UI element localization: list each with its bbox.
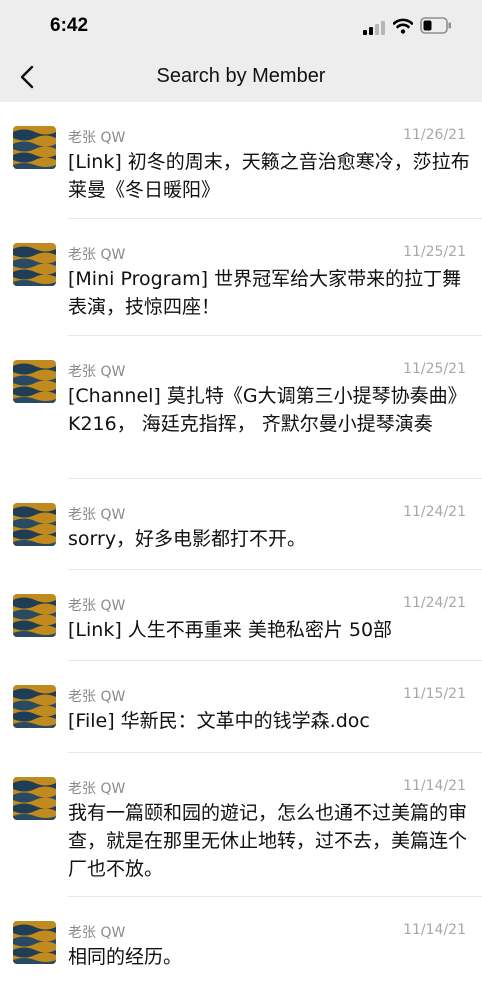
message-item[interactable]: 老张 QW 11/15/21 [File] 华新民：文革中的钱学森.doc bbox=[0, 661, 482, 753]
message-text: [Link] 人生不再重来 美艳私密片 50部 bbox=[68, 619, 393, 641]
status-time: 6:42 bbox=[50, 15, 89, 36]
message-item[interactable]: 老张 QW 11/14/21 我有一篇颐和园的遊记，怎么也通不过美篇的审查，就是… bbox=[0, 753, 482, 897]
navigation-bar: Search by Member bbox=[0, 52, 482, 102]
avatar bbox=[13, 921, 56, 964]
message-date: 11/14/21 bbox=[403, 778, 466, 794]
cellular-signal-icon bbox=[363, 20, 385, 39]
sender-name: 老张 QW bbox=[68, 247, 126, 263]
message-text: 相同的经历。 bbox=[68, 946, 183, 968]
message-date: 11/25/21 bbox=[403, 361, 466, 377]
message-text: 我有一篇颐和园的遊记，怎么也通不过美篇的审查，就是在那里无休止地转，过不去，美篇… bbox=[68, 802, 468, 880]
status-bar: 6:42 bbox=[0, 0, 482, 52]
sender-name: 老张 QW bbox=[68, 781, 126, 797]
avatar bbox=[13, 685, 56, 728]
message-text: [File] 华新民：文革中的钱学森.doc bbox=[68, 710, 370, 732]
avatar bbox=[13, 243, 56, 286]
message-item[interactable]: 老张 QW 11/25/21 [Mini Program] 世界冠军给大家带来的… bbox=[0, 219, 482, 336]
message-date: 11/25/21 bbox=[403, 244, 466, 260]
message-text: [Link] 初冬的周末，天籁之音治愈寒冷，莎拉布莱曼《冬日暖阳》 bbox=[68, 151, 470, 201]
avatar bbox=[13, 594, 56, 637]
avatar bbox=[13, 360, 56, 403]
message-item[interactable]: 老张 QW 11/24/21 [Link] 人生不再重来 美艳私密片 50部 bbox=[0, 570, 482, 661]
wifi-icon bbox=[392, 18, 414, 38]
battery-icon bbox=[420, 17, 452, 38]
message-text: [Mini Program] 世界冠军给大家带来的拉丁舞表演，技惊四座！ bbox=[68, 268, 462, 318]
sender-name: 老张 QW bbox=[68, 364, 126, 380]
avatar bbox=[13, 777, 56, 820]
message-list: 老张 QW 11/26/21 [Link] 初冬的周末，天籁之音治愈寒冷，莎拉布… bbox=[0, 102, 482, 988]
message-text: [Channel] 莫扎特《G大调第三小提琴协奏曲》 K216， 海廷克指挥， … bbox=[68, 385, 467, 435]
top-area: 6:42 Search by Member bbox=[0, 0, 482, 102]
sender-name: 老张 QW bbox=[68, 689, 126, 705]
message-date: 11/14/21 bbox=[403, 922, 466, 938]
sender-name: 老张 QW bbox=[68, 507, 126, 523]
message-date: 11/24/21 bbox=[403, 595, 466, 611]
message-date: 11/26/21 bbox=[403, 127, 466, 143]
message-text: sorry，好多电影都打不开。 bbox=[68, 528, 307, 550]
sender-name: 老张 QW bbox=[68, 598, 126, 614]
message-item[interactable]: 老张 QW 11/14/21 相同的经历。 bbox=[0, 897, 482, 988]
sender-name: 老张 QW bbox=[68, 130, 126, 146]
avatar bbox=[13, 126, 56, 169]
message-date: 11/15/21 bbox=[403, 686, 466, 702]
message-item[interactable]: 老张 QW 11/25/21 [Channel] 莫扎特《G大调第三小提琴协奏曲… bbox=[0, 336, 482, 479]
page-title: Search by Member bbox=[156, 65, 326, 87]
message-item[interactable]: 老张 QW 11/26/21 [Link] 初冬的周末，天籁之音治愈寒冷，莎拉布… bbox=[0, 102, 482, 219]
sender-name: 老张 QW bbox=[68, 925, 126, 941]
message-item[interactable]: 老张 QW 11/24/21 sorry，好多电影都打不开。 bbox=[0, 479, 482, 570]
avatar bbox=[13, 503, 56, 546]
message-date: 11/24/21 bbox=[403, 504, 466, 520]
